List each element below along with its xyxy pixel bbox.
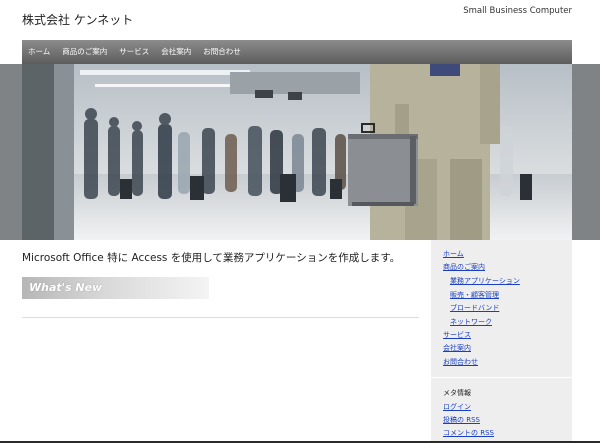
airport-businessman-photo — [0, 64, 600, 240]
sidebar-separator — [431, 377, 572, 378]
sidebar-link-sales-customer[interactable]: 販売・顧客管理 — [450, 290, 499, 300]
nav-item-company[interactable]: 会社案内 — [155, 40, 197, 64]
hero-image — [0, 64, 600, 240]
sidebar: ホーム 商品のご案内 業務アプリケーション 販売・顧客管理 ブロードバンド ネッ… — [431, 240, 572, 443]
sidebar-link-posts-rss[interactable]: 投稿の RSS — [443, 415, 480, 425]
main-nav: ホーム 商品のご案内 サービス 会社案内 お問合わせ — [22, 40, 572, 64]
sidebar-link-broadband[interactable]: ブロードバンド — [450, 303, 499, 313]
whats-new-label: What's New — [29, 281, 103, 294]
site-title[interactable]: 株式会社 ケンネット — [22, 11, 133, 28]
sidebar-link-products[interactable]: 商品のご案内 — [443, 262, 485, 272]
sidebar-link-network[interactable]: ネットワーク — [450, 317, 492, 327]
content-divider — [22, 317, 419, 318]
whats-new-banner: What's New — [22, 277, 209, 299]
nav-item-home[interactable]: ホーム — [22, 40, 56, 64]
nav-item-contact[interactable]: お問合わせ — [197, 40, 247, 64]
sidebar-meta-heading: メタ情報 — [443, 389, 471, 397]
sidebar-link-login[interactable]: ログイン — [443, 402, 471, 412]
nav-item-services[interactable]: サービス — [113, 40, 155, 64]
sidebar-link-home[interactable]: ホーム — [443, 249, 464, 259]
sidebar-link-comments-rss[interactable]: コメントの RSS — [443, 428, 494, 438]
sidebar-link-service[interactable]: サービス — [443, 330, 471, 340]
sidebar-link-contact[interactable]: お問合わせ — [443, 357, 478, 367]
sidebar-link-business-apps[interactable]: 業務アプリケーション — [450, 276, 520, 286]
nav-item-products[interactable]: 商品のご案内 — [56, 40, 113, 64]
site-tagline: Small Business Computer — [463, 6, 572, 16]
sidebar-link-company[interactable]: 会社案内 — [443, 343, 471, 353]
site-header: 株式会社 ケンネット Small Business Computer — [0, 0, 600, 40]
intro-text: Microsoft Office 特に Access を使用して業務アプリケーシ… — [22, 252, 401, 264]
